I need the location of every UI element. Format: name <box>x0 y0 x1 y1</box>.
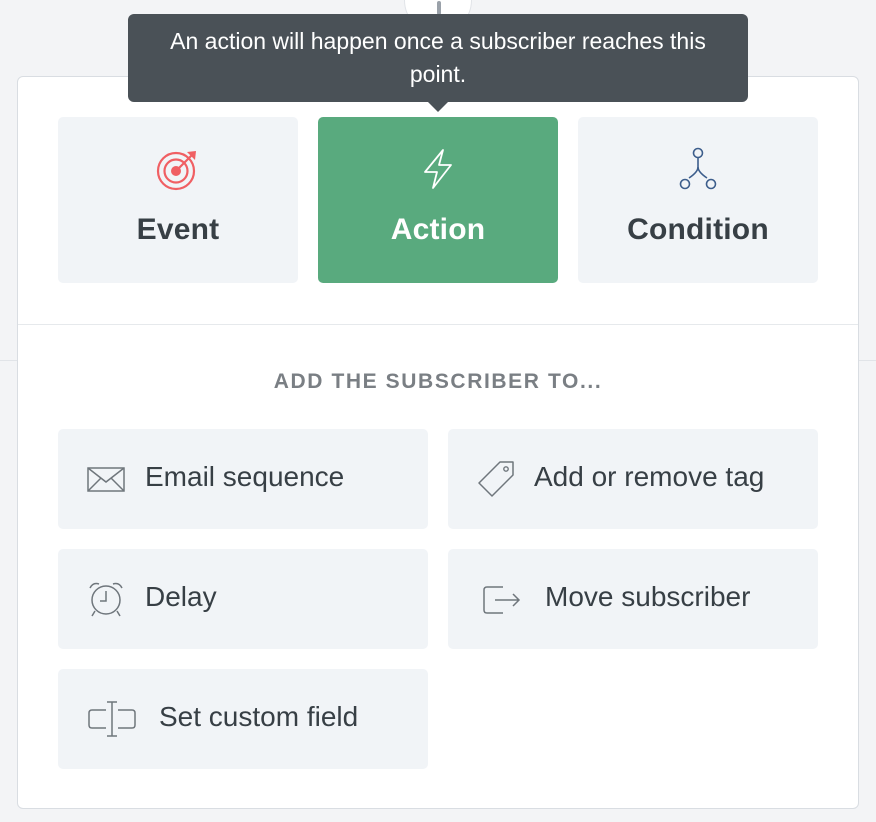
event-type-card[interactable]: Event <box>58 117 298 283</box>
connector-line-right <box>858 360 876 361</box>
event-type-label: Event <box>136 213 220 246</box>
move-subscriber-label: Move subscriber <box>545 581 751 612</box>
delay-option[interactable]: Delay <box>58 549 428 649</box>
email-sequence-option[interactable]: Email sequence <box>58 429 428 529</box>
email-sequence-label: Email sequence <box>145 461 345 492</box>
exit-arrow-icon <box>483 586 521 614</box>
condition-type-card[interactable]: Condition <box>578 117 818 283</box>
section-heading: ADD THE SUBSCRIBER TO... <box>273 370 603 393</box>
workflow-canvas: Event Action Condition ADD THE SUBSCRIBE… <box>0 0 876 822</box>
condition-type-label: Condition <box>627 213 769 246</box>
tooltip-arrow <box>426 100 450 112</box>
step-type-selector: Event Action Condition <box>58 117 818 283</box>
envelope-icon <box>87 467 125 492</box>
alarm-clock-icon <box>89 582 123 617</box>
lightning-bolt-icon <box>424 149 452 189</box>
tag-option-label: Add or remove tag <box>534 461 765 492</box>
tag-option[interactable]: Add or remove tag <box>448 429 818 529</box>
branch-icon <box>679 147 717 190</box>
text-field-icon <box>88 701 136 737</box>
action-tooltip: An action will happen once a subscriber … <box>128 14 748 102</box>
action-type-label: Action <box>390 213 486 246</box>
tooltip-text: An action will happen once a subscriber … <box>170 28 706 87</box>
target-icon <box>156 151 196 191</box>
custom-field-option[interactable]: Set custom field <box>58 669 428 769</box>
connector-line-left <box>0 360 18 361</box>
section-divider <box>18 324 858 325</box>
move-subscriber-option[interactable]: Move subscriber <box>448 549 818 649</box>
add-step-panel: Event Action Condition ADD THE SUBSCRIBE… <box>17 76 859 809</box>
delay-label: Delay <box>145 581 217 612</box>
action-type-card[interactable]: Action <box>318 117 558 283</box>
custom-field-label: Set custom field <box>159 701 359 732</box>
tag-icon <box>478 461 514 497</box>
